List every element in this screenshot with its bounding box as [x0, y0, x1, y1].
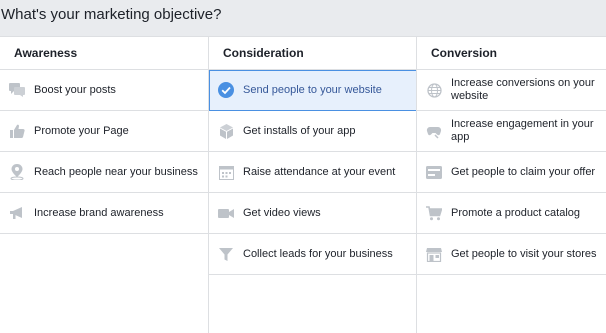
objective-label: Collect leads for your business [243, 247, 393, 260]
chat-bubbles-icon [8, 81, 26, 99]
objective-reach-nearby[interactable]: Reach people near your business [0, 152, 208, 193]
objective-promote-page[interactable]: Promote your Page [0, 111, 208, 152]
objective-lead-generation[interactable]: Collect leads for your business [209, 234, 417, 275]
column-heading-awareness: Awareness [0, 37, 208, 70]
column-heading-consideration: Consideration [209, 37, 417, 70]
header-bar: What's your marketing objective? [0, 0, 606, 37]
column-awareness: Awareness Boost your posts Promote your … [0, 37, 208, 333]
objective-grid: Awareness Boost your posts Promote your … [0, 37, 606, 333]
objective-label: Increase engagement in your app [451, 118, 594, 143]
check-circle-icon [217, 81, 235, 99]
objective-send-to-website[interactable]: Send people to your website [209, 70, 417, 111]
objective-label: Get people to claim your offer [451, 165, 596, 178]
video-camera-icon [217, 204, 235, 222]
shopping-cart-icon [425, 204, 443, 222]
objective-label: Promote a product catalog [451, 206, 581, 219]
objective-label: Increase conversions on your website [451, 77, 595, 102]
objective-label: Send people to your website [243, 83, 382, 96]
map-pin-icon [8, 163, 26, 181]
objective-label: Get installs of your app [243, 124, 356, 137]
column-consideration: Consideration Send people to your websit… [208, 37, 417, 333]
objective-label: Boost your posts [34, 83, 116, 96]
objective-label: Get video views [243, 206, 321, 219]
objective-label: Increase brand awareness [34, 206, 164, 219]
objective-app-installs[interactable]: Get installs of your app [209, 111, 417, 152]
calendar-icon [217, 163, 235, 181]
objective-app-engagement[interactable]: Increase engagement in your app [417, 111, 606, 152]
funnel-icon [217, 245, 235, 263]
store-icon [425, 245, 443, 263]
objective-label: Reach people near your business [34, 165, 198, 178]
engagement-icon [425, 122, 443, 140]
globe-icon [425, 81, 443, 99]
objective-store-visits[interactable]: Get people to visit your stores [417, 234, 606, 275]
objective-event-attendance[interactable]: Raise attendance at your event [209, 152, 417, 193]
objective-video-views[interactable]: Get video views [209, 193, 417, 234]
megaphone-icon [8, 204, 26, 222]
column-conversion: Conversion Increase conversions on your … [416, 37, 606, 333]
objective-label: Promote your Page [34, 124, 129, 137]
objective-brand-awareness[interactable]: Increase brand awareness [0, 193, 208, 234]
offer-icon [425, 163, 443, 181]
page-title: What's your marketing objective? [1, 6, 222, 23]
column-heading-conversion: Conversion [417, 37, 606, 70]
objective-label: Raise attendance at your event [243, 165, 396, 178]
objective-offer-claims[interactable]: Get people to claim your offer [417, 152, 606, 193]
empty-cell [0, 234, 208, 275]
thumbs-up-icon [8, 122, 26, 140]
objective-conversions[interactable]: Increase conversions on your website [417, 70, 606, 111]
objective-boost-posts[interactable]: Boost your posts [0, 70, 208, 111]
objective-label: Get people to visit your stores [451, 247, 597, 260]
cube-icon [217, 122, 235, 140]
objective-product-catalog[interactable]: Promote a product catalog [417, 193, 606, 234]
